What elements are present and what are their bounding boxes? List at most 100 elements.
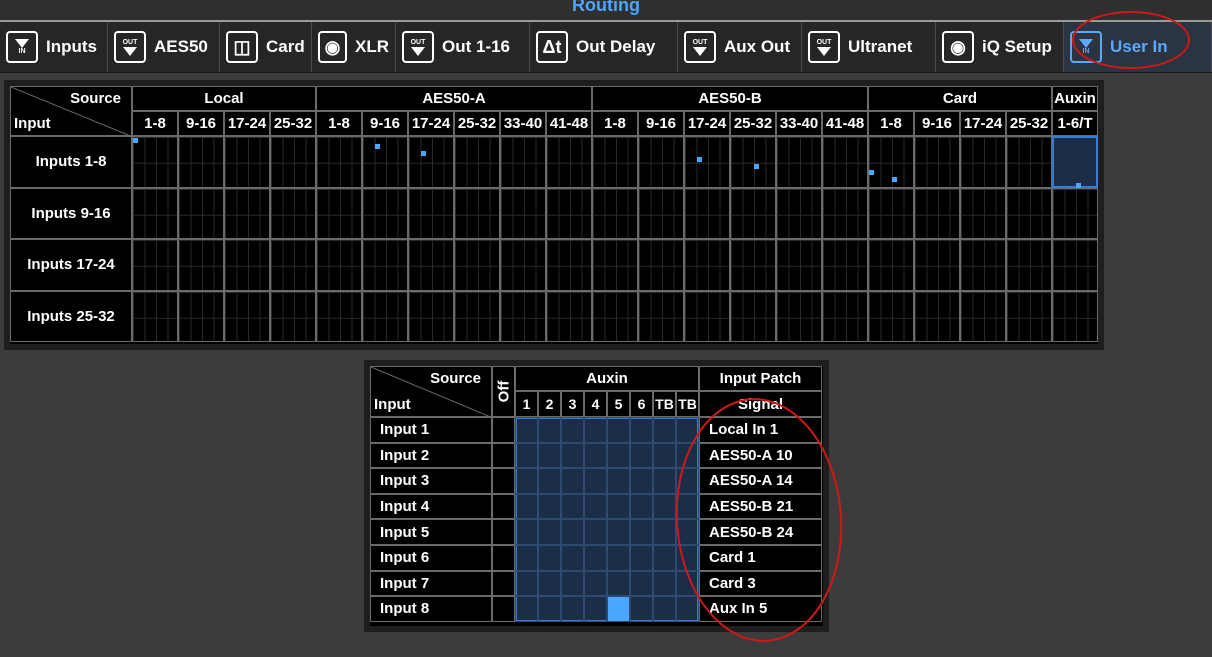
routing-cell[interactable] [822,290,868,342]
routing-cell[interactable] [592,290,638,342]
routing-cell[interactable] [454,187,500,239]
tab-user-in[interactable]: IN User In [1064,22,1212,72]
aux-patch-cell[interactable] [538,596,561,622]
off-cell[interactable] [492,417,515,443]
tab-inputs[interactable]: IN Inputs [0,22,108,72]
tab-xlr[interactable]: ◉ XLR [312,22,396,72]
routing-cell[interactable] [684,290,730,342]
tab-aux-out[interactable]: OUT Aux Out [678,22,802,72]
routing-cell[interactable] [546,239,592,291]
routing-cell[interactable] [914,239,960,291]
routing-cell[interactable] [132,187,178,239]
aux-patch-cell[interactable] [630,545,653,571]
routing-cell[interactable] [178,239,224,291]
auxin-route-highlight[interactable] [1052,136,1098,188]
routing-cell[interactable] [960,187,1006,239]
routing-cell[interactable] [546,187,592,239]
routing-cell[interactable] [1006,290,1052,342]
routing-cell[interactable] [132,136,178,188]
routing-cell[interactable] [684,136,730,188]
routing-cell[interactable] [592,136,638,188]
aux-patch-cell[interactable] [561,519,584,545]
routing-cell[interactable] [316,239,362,291]
tab-ultranet[interactable]: OUT Ultranet [802,22,936,72]
aux-patch-cell[interactable] [653,493,676,520]
routing-cell[interactable] [684,239,730,291]
routing-cell[interactable] [500,136,546,188]
aux-patch-cell[interactable] [630,596,653,622]
routing-cell[interactable] [638,239,684,291]
aux-patch-cell[interactable] [515,442,538,469]
routing-cell[interactable] [960,290,1006,342]
routing-cell[interactable] [1006,239,1052,291]
routing-cell[interactable] [454,290,500,342]
routing-cell[interactable] [868,136,914,188]
routing-cell[interactable] [592,239,638,291]
aux-patch-cell[interactable] [607,442,630,469]
aux-patch-cell[interactable] [538,545,561,571]
off-cell[interactable] [492,545,515,571]
routing-cell[interactable] [1006,136,1052,188]
tab-iq-setup[interactable]: ◉ iQ Setup [936,22,1064,72]
routing-cell[interactable] [1052,187,1098,239]
aux-patch-cell[interactable] [607,519,630,545]
routing-cell[interactable] [408,187,454,239]
routing-cell[interactable] [776,290,822,342]
aux-patch-cell[interactable] [676,468,699,494]
aux-patch-cell[interactable] [538,417,561,443]
aux-patch-cell[interactable] [676,493,699,520]
aux-patch-cell[interactable] [515,545,538,571]
aux-patch-cell[interactable] [515,570,538,597]
routing-cell[interactable] [270,187,316,239]
routing-cell[interactable] [316,187,362,239]
aux-patch-cell[interactable] [676,596,699,622]
aux-patch-cell[interactable] [676,519,699,545]
tab-out-delay[interactable]: Δt Out Delay [530,22,678,72]
aux-patch-cell[interactable] [515,596,538,622]
aux-patch-cell[interactable] [538,468,561,494]
aux-patch-cell[interactable] [584,570,607,597]
routing-cell[interactable] [408,136,454,188]
routing-cell[interactable] [960,239,1006,291]
routing-cell[interactable] [362,187,408,239]
aux-patch-cell[interactable] [607,545,630,571]
routing-cell[interactable] [822,187,868,239]
routing-cell[interactable] [270,136,316,188]
aux-patch-cell[interactable] [515,468,538,494]
routing-cell[interactable] [822,136,868,188]
off-cell[interactable] [492,493,515,520]
routing-cell[interactable] [178,187,224,239]
routing-cell[interactable] [822,239,868,291]
aux-patch-cell[interactable] [630,442,653,469]
aux-patch-cell[interactable] [561,442,584,469]
routing-cell[interactable] [362,290,408,342]
routing-cell[interactable] [224,136,270,188]
aux-patch-cell-selected[interactable] [607,596,630,622]
aux-patch-cell[interactable] [653,442,676,469]
routing-cell[interactable] [914,290,960,342]
routing-cell[interactable] [868,187,914,239]
routing-cell[interactable] [730,239,776,291]
aux-patch-cell[interactable] [653,417,676,443]
aux-patch-cell[interactable] [561,545,584,571]
routing-cell[interactable] [500,187,546,239]
routing-cell[interactable] [500,239,546,291]
aux-patch-cell[interactable] [653,545,676,571]
routing-cell[interactable] [638,187,684,239]
aux-patch-cell[interactable] [538,493,561,520]
routing-cell[interactable] [730,290,776,342]
aux-patch-cell[interactable] [538,519,561,545]
routing-cell[interactable] [224,187,270,239]
aux-patch-cell[interactable] [515,519,538,545]
aux-patch-cell[interactable] [561,493,584,520]
aux-patch-cell[interactable] [607,468,630,494]
routing-cell[interactable] [132,290,178,342]
routing-cell[interactable] [960,136,1006,188]
routing-cell[interactable] [178,136,224,188]
aux-patch-cell[interactable] [584,468,607,494]
aux-patch-cell[interactable] [653,519,676,545]
off-cell[interactable] [492,519,515,545]
routing-cell[interactable] [316,290,362,342]
aux-patch-cell[interactable] [561,417,584,443]
off-cell[interactable] [492,596,515,622]
